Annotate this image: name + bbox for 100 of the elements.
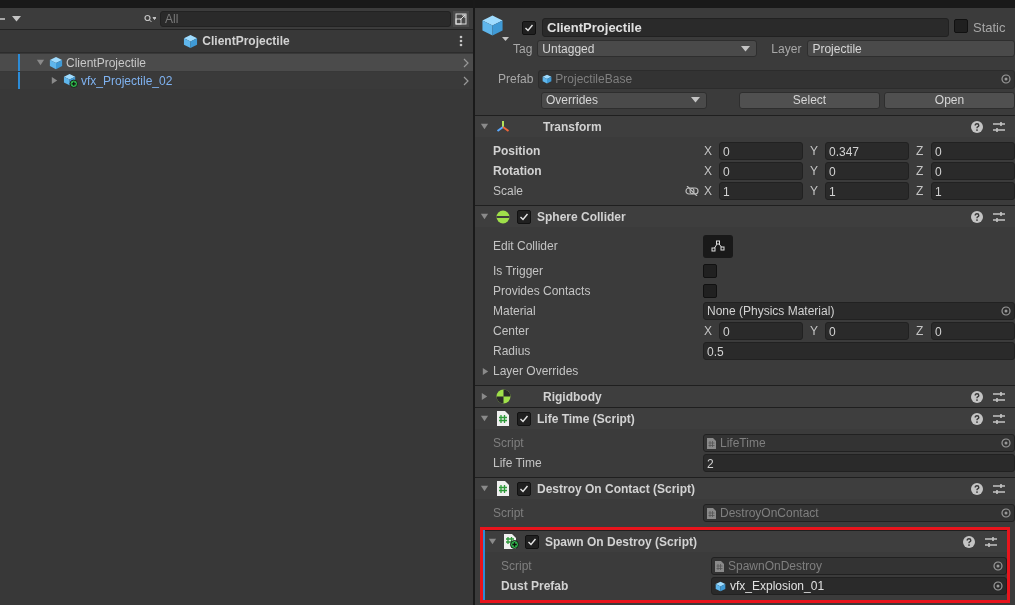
- component-title: Spawn On Destroy (Script): [545, 534, 698, 549]
- expanded-arrow-icon[interactable]: [480, 122, 489, 131]
- field-label: Edit Collider: [492, 239, 559, 253]
- help-icon[interactable]: [971, 390, 983, 403]
- field-label: Radius: [492, 344, 532, 358]
- number-field[interactable]: 2: [703, 454, 1015, 472]
- checkbox[interactable]: [522, 20, 536, 35]
- help-icon[interactable]: [971, 210, 983, 223]
- presets-icon[interactable]: [993, 210, 1005, 223]
- hierarchy-row[interactable]: ClientProjectile: [0, 54, 473, 71]
- presets-icon[interactable]: [993, 412, 1005, 425]
- axis-label: X: [703, 184, 713, 198]
- object-picker-icon[interactable]: [1001, 306, 1011, 316]
- cube-icon: [715, 580, 726, 592]
- field-label: Material: [492, 304, 537, 318]
- layer-dropdown[interactable]: Projectile: [807, 40, 1015, 57]
- tag-label: Tag: [513, 41, 533, 56]
- presets-icon[interactable]: [993, 482, 1005, 495]
- checkbox[interactable]: [517, 411, 531, 426]
- number-field[interactable]: 1: [825, 182, 909, 200]
- object-field[interactable]: vfx_Explosion_01: [711, 577, 1007, 595]
- checkbox[interactable]: [517, 481, 531, 496]
- collapsed-arrow-icon[interactable]: [481, 366, 490, 376]
- number-field[interactable]: 0: [719, 322, 803, 340]
- dropdown-caret-icon[interactable]: [502, 36, 509, 42]
- number-field[interactable]: 0: [719, 162, 803, 180]
- layer-label: Layer: [771, 41, 802, 56]
- component-header[interactable]: Spawn On Destroy (Script): [483, 530, 1007, 552]
- number-field[interactable]: 0.5: [703, 342, 1015, 360]
- object-picker-icon[interactable]: [1001, 508, 1011, 518]
- number-field[interactable]: 1: [719, 182, 803, 200]
- transform-axes-icon: [496, 119, 510, 134]
- script-icon: [497, 411, 509, 426]
- component-header[interactable]: Sphere Collider: [475, 205, 1015, 227]
- collapsed-arrow-icon[interactable]: [50, 76, 59, 85]
- axis-label: Z: [915, 184, 925, 198]
- component-header[interactable]: Destroy On Contact (Script): [475, 477, 1015, 499]
- field-label: Script: [492, 506, 525, 520]
- component-title: Life Time (Script): [537, 411, 635, 426]
- field-label: Scale: [492, 184, 524, 198]
- expanded-arrow-icon[interactable]: [480, 484, 489, 493]
- axis-label: Z: [915, 324, 925, 338]
- dropdown-caret-icon: [741, 45, 751, 52]
- cube-icon: [542, 74, 553, 84]
- help-icon[interactable]: [963, 535, 975, 548]
- collapsed-arrow-icon[interactable]: [480, 392, 489, 401]
- unlinked-chain-icon[interactable]: [685, 186, 699, 196]
- checkbox[interactable]: [517, 209, 531, 224]
- scene-title: ClientProjectile: [202, 34, 290, 48]
- expanded-arrow-icon[interactable]: [480, 414, 489, 423]
- script-plus-icon: [503, 534, 519, 549]
- number-field[interactable]: 1: [931, 182, 1015, 200]
- object-name-field[interactable]: ClientProjectile: [542, 18, 949, 37]
- foldout-label[interactable]: Layer Overrides: [493, 364, 579, 378]
- component-title: Transform: [543, 119, 602, 134]
- edit-shape-icon: [711, 240, 725, 252]
- expanded-arrow-icon[interactable]: [488, 537, 497, 546]
- checkbox[interactable]: [703, 284, 717, 298]
- checkbox[interactable]: [525, 534, 539, 549]
- component-title: Destroy On Contact (Script): [537, 481, 695, 496]
- cube-plus-icon: [63, 73, 78, 88]
- number-field[interactable]: 0: [719, 142, 803, 160]
- more-options-icon[interactable]: [459, 35, 463, 47]
- number-field[interactable]: 0: [931, 162, 1015, 180]
- popout-icon[interactable]: [455, 12, 467, 25]
- field-label: Center: [492, 324, 530, 338]
- object-picker-icon[interactable]: [1001, 438, 1011, 448]
- open-button[interactable]: Open: [884, 91, 1015, 109]
- number-field[interactable]: 0: [825, 162, 909, 180]
- component-title: Rigidbody: [543, 389, 602, 404]
- component-header[interactable]: Life Time (Script): [475, 407, 1015, 429]
- sphere-icon: [496, 209, 510, 224]
- presets-icon[interactable]: [985, 535, 997, 548]
- object-picker-icon[interactable]: [1001, 74, 1011, 84]
- select-button[interactable]: Select: [739, 91, 880, 109]
- checkbox[interactable]: [954, 19, 968, 33]
- number-field[interactable]: 0: [931, 322, 1015, 340]
- tag-dropdown[interactable]: Untagged: [537, 40, 758, 57]
- script-icon: [497, 481, 509, 496]
- overrides-dropdown[interactable]: Overrides: [541, 91, 707, 109]
- number-field[interactable]: 0.347: [825, 142, 909, 160]
- component-header[interactable]: Rigidbody: [475, 385, 1015, 407]
- help-icon[interactable]: [971, 412, 983, 425]
- number-field[interactable]: 0: [825, 322, 909, 340]
- search-field[interactable]: All: [160, 10, 451, 27]
- chevron-right-icon[interactable]: [463, 75, 469, 86]
- expanded-arrow-icon[interactable]: [480, 212, 489, 221]
- edit-collider-button[interactable]: [703, 234, 733, 258]
- axis-label: Y: [809, 164, 819, 178]
- number-field[interactable]: 0: [931, 142, 1015, 160]
- presets-icon[interactable]: [993, 120, 1005, 133]
- presets-icon[interactable]: [993, 390, 1005, 403]
- help-icon[interactable]: [971, 120, 983, 133]
- expanded-arrow-icon[interactable]: [36, 58, 45, 67]
- field-label: Provides Contacts: [492, 284, 592, 298]
- chevron-right-icon[interactable]: [463, 57, 469, 68]
- axis-label: Y: [809, 144, 819, 158]
- checkbox[interactable]: [703, 264, 717, 278]
- object-field[interactable]: None (Physics Material): [703, 302, 1015, 320]
- help-icon[interactable]: [971, 482, 983, 495]
